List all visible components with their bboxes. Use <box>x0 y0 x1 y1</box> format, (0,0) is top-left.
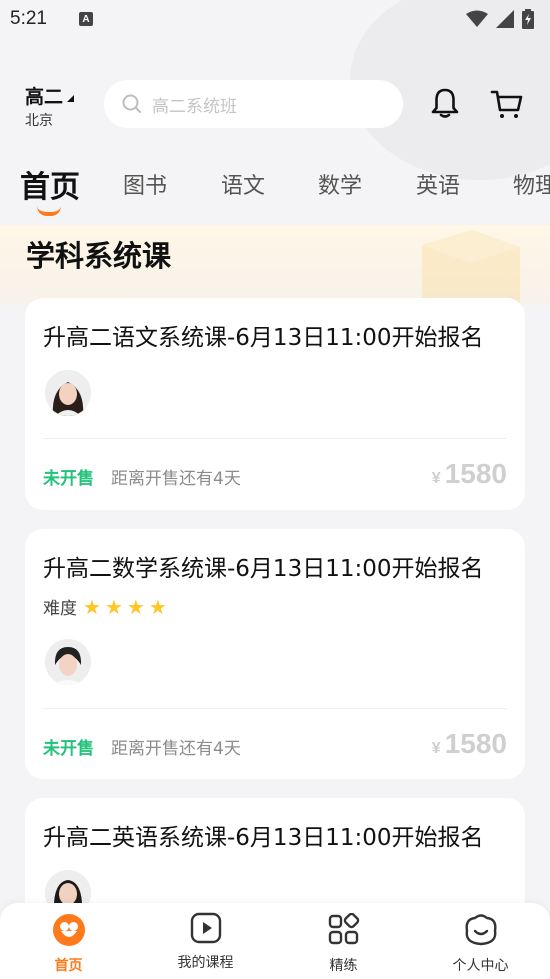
course-price: ¥1580 <box>432 458 507 490</box>
teacher-portrait-icon <box>45 370 91 416</box>
course-title: 升高二数学系统课-6月13日11:00开始报名 <box>43 556 484 582</box>
city-label[interactable]: 北京 <box>25 110 53 130</box>
nav-my-courses[interactable]: 我的课程 <box>137 903 274 979</box>
star-icon: ★ <box>148 594 167 619</box>
wifi-icon <box>466 10 488 27</box>
price-value: 1580 <box>444 728 507 759</box>
course-price: ¥1580 <box>432 728 507 760</box>
nav-practice[interactable]: 精练 <box>275 903 412 979</box>
grade-selector[interactable]: 高二 <box>25 82 75 109</box>
notification-a-icon: A <box>78 12 93 26</box>
grade-dropdown-icon <box>67 95 75 102</box>
difficulty-stars: ★ ★ ★ ★ <box>83 597 167 617</box>
teacher-portrait-icon <box>45 639 91 685</box>
sale-countdown: 距离开售还有4天 <box>111 469 241 489</box>
play-icon <box>190 912 221 944</box>
currency-symbol: ¥ <box>431 470 441 487</box>
tab-math[interactable]: 数学 <box>318 168 362 200</box>
star-icon: ★ <box>126 594 145 619</box>
cart-icon[interactable] <box>490 86 524 120</box>
cube-decoration-icon <box>422 230 520 305</box>
tab-english[interactable]: 英语 <box>416 168 460 200</box>
nav-profile[interactable]: 个人中心 <box>412 903 549 979</box>
course-title: 升高二英语系统课-6月13日11:00开始报名 <box>43 825 484 851</box>
subject-tabs: 首页 图书 语文 数学 英语 物理 <box>0 158 550 218</box>
bottom-navigation: 首页 我的课程 精练 个人中心 <box>0 903 550 979</box>
teacher-avatar[interactable] <box>45 639 91 685</box>
nav-label: 精练 <box>329 958 358 974</box>
home-icon <box>52 914 85 946</box>
price-value: 1580 <box>444 458 507 489</box>
sale-status: 未开售 <box>43 739 94 759</box>
nav-home[interactable]: 首页 <box>0 903 137 979</box>
currency-symbol: ¥ <box>431 740 441 757</box>
sale-countdown: 距离开售还有4天 <box>111 739 241 759</box>
status-time: 5:21 <box>10 8 47 29</box>
course-title: 升高二语文系统课-6月13日11:00开始报名 <box>43 325 484 351</box>
search-placeholder: 高二系统班 <box>152 96 237 117</box>
nav-label: 我的课程 <box>177 955 234 971</box>
section-title: 学科系统课 <box>26 239 172 273</box>
tab-home[interactable]: 首页 <box>20 162 80 206</box>
star-icon: ★ <box>83 594 101 619</box>
status-bar: 5:21 A <box>0 0 550 38</box>
nav-label: 首页 <box>54 958 83 974</box>
app-header: 高二 北京 高二系统班 <box>0 78 550 132</box>
signal-icon <box>496 10 514 28</box>
course-card[interactable]: 升高二数学系统课-6月13日11:00开始报名 难度 ★ ★ ★ ★ 未开售 距… <box>25 529 525 779</box>
active-tab-indicator <box>37 206 61 216</box>
search-input[interactable]: 高二系统班 <box>104 80 403 128</box>
tab-chinese[interactable]: 语文 <box>221 168 265 200</box>
nav-label: 个人中心 <box>452 958 509 974</box>
status-indicators <box>466 9 534 29</box>
sale-status: 未开售 <box>43 469 94 489</box>
search-icon <box>122 94 141 113</box>
course-card[interactable]: 升高二语文系统课-6月13日11:00开始报名 未开售 距离开售还有4天 ¥15… <box>25 298 525 510</box>
tab-books[interactable]: 图书 <box>123 168 167 200</box>
difficulty-rating: 难度 ★ ★ ★ ★ <box>43 594 167 620</box>
profile-face-icon <box>464 914 497 946</box>
battery-icon <box>522 9 534 29</box>
grade-label: 高二 <box>25 86 64 108</box>
teacher-avatar[interactable] <box>45 370 91 416</box>
difficulty-label: 难度 <box>43 599 77 619</box>
tab-physics[interactable]: 物理 <box>513 168 550 200</box>
card-divider <box>43 438 507 439</box>
grid-icon <box>328 913 359 945</box>
card-divider <box>43 708 507 709</box>
star-icon: ★ <box>104 594 123 619</box>
bell-icon[interactable] <box>428 86 462 120</box>
